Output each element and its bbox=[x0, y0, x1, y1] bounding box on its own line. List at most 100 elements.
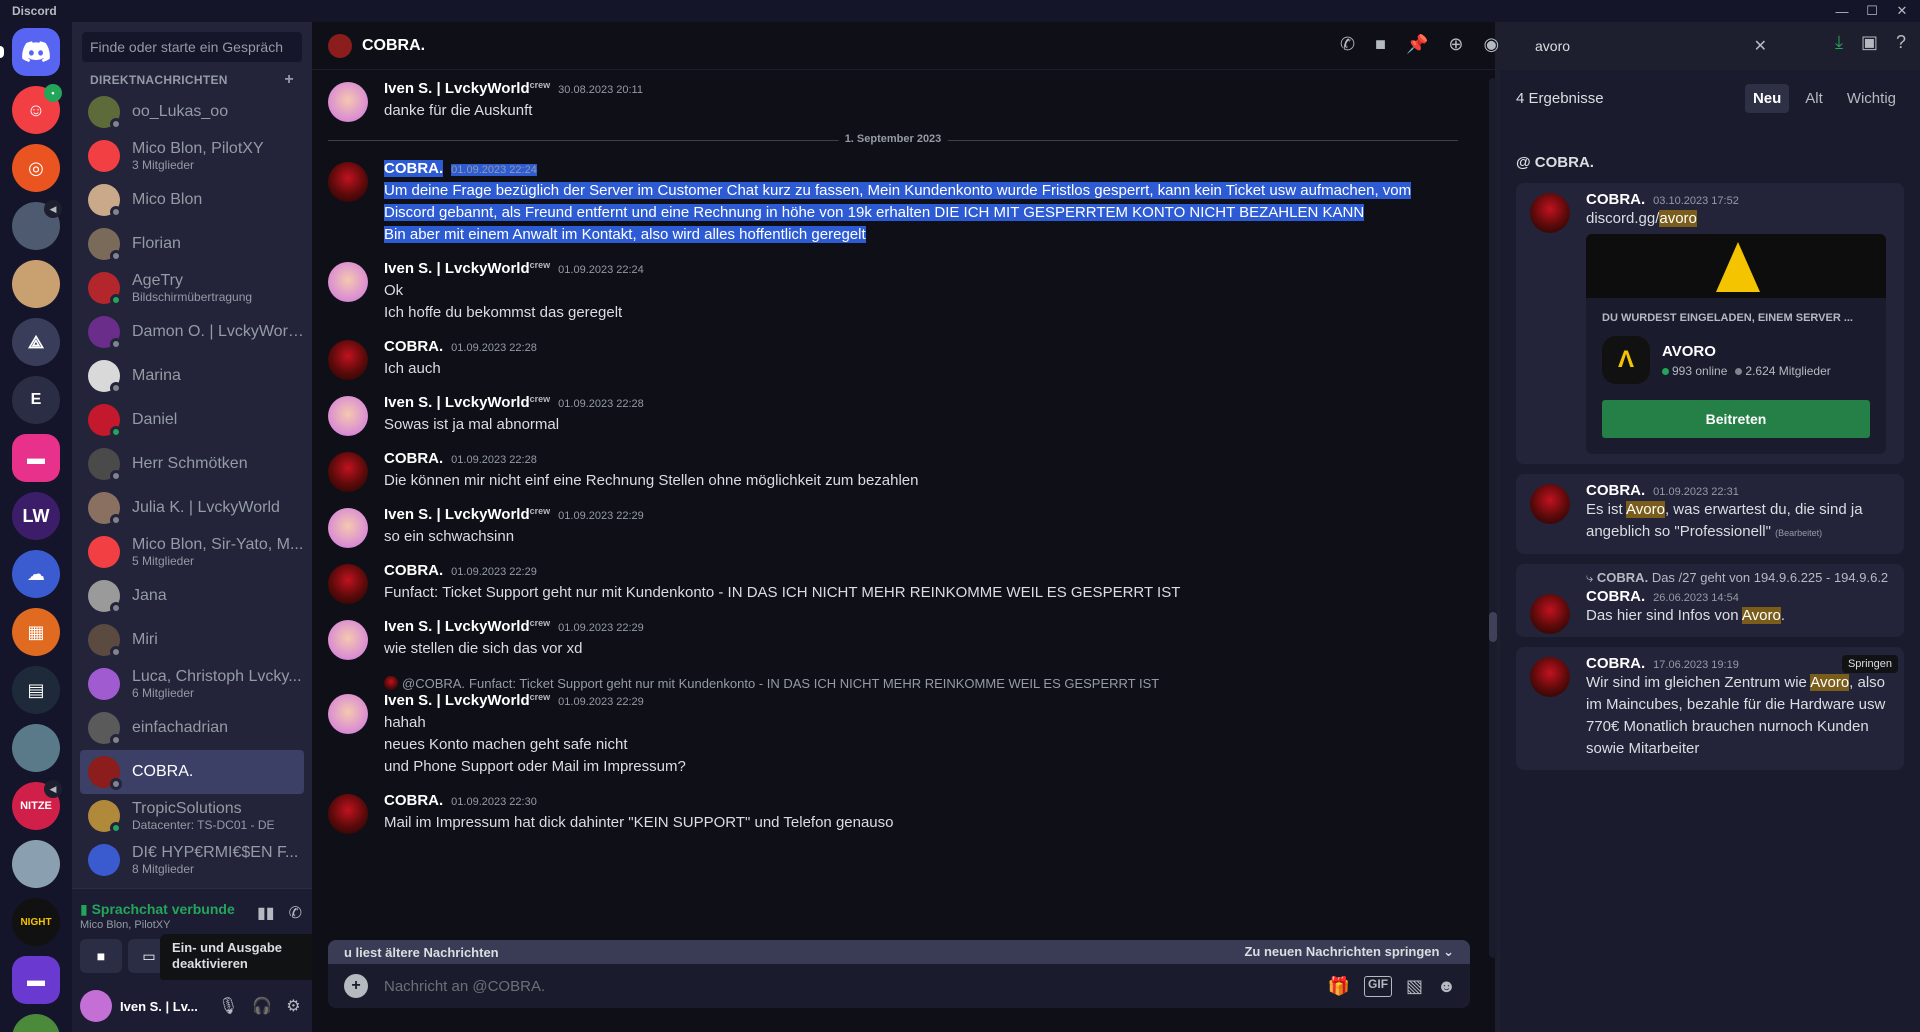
result-highlight[interactable]: Avoro bbox=[1626, 501, 1665, 518]
dm-item[interactable]: COBRA. bbox=[80, 750, 304, 794]
pin-icon[interactable]: 📌 bbox=[1406, 34, 1428, 55]
maximize-icon[interactable]: ☐ bbox=[1860, 1, 1884, 21]
download-icon[interactable]: ⤓ bbox=[1835, 32, 1843, 53]
server-icon-4[interactable]: ▦ bbox=[12, 608, 60, 656]
inbox-icon[interactable]: ▣ bbox=[1861, 32, 1878, 53]
message[interactable]: Iven S. | LvckyWorldcrew 01.09.2023 22:29… bbox=[328, 506, 1458, 548]
sort-tab-old[interactable]: Alt bbox=[1797, 84, 1831, 113]
message-avatar[interactable] bbox=[328, 340, 368, 380]
server-icon-folder-2[interactable]: ▬ bbox=[12, 956, 60, 1004]
dm-search-input[interactable]: Finde oder starte ein Gespräch bbox=[82, 32, 302, 62]
disconnect-icon[interactable]: ✆ bbox=[289, 903, 302, 923]
dm-item[interactable]: TropicSolutions Datacenter: TS-DC01 - DE bbox=[80, 794, 304, 838]
user-name[interactable]: Iven S. | Lv... bbox=[120, 999, 208, 1014]
message[interactable]: Iven S. | LvckyWorldcrew 01.09.2023 22:28… bbox=[328, 394, 1458, 436]
result-highlight[interactable]: Avoro bbox=[1810, 674, 1850, 691]
dm-item[interactable]: Herr Schmötken bbox=[80, 442, 304, 486]
message[interactable]: COBRA. 01.09.2023 22:29 Funfact: Ticket Su… bbox=[328, 562, 1458, 604]
join-server-button[interactable]: Beitreten bbox=[1602, 400, 1870, 438]
settings-gear-icon[interactable]: ⚙ bbox=[286, 996, 300, 1016]
message[interactable]: COBRA. 01.09.2023 22:24 Um deine Frage bez… bbox=[328, 160, 1458, 246]
server-icon-folder[interactable]: ▬ bbox=[12, 434, 60, 482]
message[interactable]: COBRA. 01.09.2023 22:30 Mail im Impressum … bbox=[328, 792, 1458, 834]
message-avatar[interactable] bbox=[328, 620, 368, 660]
message-avatar[interactable] bbox=[328, 396, 368, 436]
message-avatar[interactable] bbox=[328, 564, 368, 604]
add-friend-icon[interactable]: ⊕ bbox=[1448, 34, 1463, 55]
dm-item[interactable]: Luca, Christoph Lvcky... 6 Mitglieder bbox=[80, 662, 304, 706]
result-highlight[interactable]: Avoro bbox=[1741, 607, 1781, 624]
message[interactable]: COBRA. 01.09.2023 22:28 Ich auch bbox=[328, 338, 1458, 380]
message-author[interactable]: Iven S. | LvckyWorldcrew bbox=[384, 618, 550, 635]
message[interactable]: @COBRA. Funfact: Ticket Support geht nur … bbox=[328, 674, 1458, 778]
sort-tab-new[interactable]: Neu bbox=[1744, 83, 1790, 113]
server-icon-7[interactable] bbox=[12, 840, 60, 888]
user-avatar[interactable] bbox=[80, 990, 112, 1022]
help-icon[interactable]: ? bbox=[1896, 32, 1906, 53]
message-author[interactable]: COBRA. bbox=[384, 450, 443, 467]
message-avatar[interactable] bbox=[328, 162, 368, 202]
create-dm-icon[interactable]: + bbox=[284, 71, 294, 89]
message[interactable]: Iven S. | LvckyWorldcrew 01.09.2023 22:29… bbox=[328, 618, 1458, 660]
noise-suppression-icon[interactable]: ▮▮ bbox=[257, 903, 275, 923]
clear-search-icon[interactable]: ✕ bbox=[1754, 36, 1767, 56]
message-composer[interactable]: + Nachricht an @COBRA. 🎁 GIF ▧ ☻ bbox=[328, 964, 1470, 1008]
reply-preview[interactable]: @COBRA. Funfact: Ticket Support geht nur … bbox=[384, 674, 1458, 692]
jump-to-new-button[interactable]: Zu neuen Nachrichten springen ⌄ bbox=[1244, 944, 1454, 960]
server-icon-lw[interactable]: LW bbox=[12, 492, 60, 540]
sort-tab-relevant[interactable]: Wichtig bbox=[1839, 84, 1904, 113]
message-avatar[interactable] bbox=[328, 508, 368, 548]
close-window-icon[interactable]: ✕ bbox=[1890, 1, 1914, 21]
dm-item[interactable]: Mico Blon, PilotXY 3 Mitglieder bbox=[80, 134, 304, 178]
search-result[interactable]: ⤷ COBRA. Das /27 geht von 194.9.6.225 - … bbox=[1516, 564, 1904, 637]
gif-icon[interactable]: GIF bbox=[1364, 975, 1393, 997]
message-author[interactable]: Iven S. | LvckyWorldcrew bbox=[384, 260, 550, 277]
message-avatar[interactable] bbox=[328, 452, 368, 492]
dm-item[interactable]: Jana bbox=[80, 574, 304, 618]
server-icon-cloud[interactable]: ☁ bbox=[12, 550, 60, 598]
dm-item[interactable]: Mico Blon, Sir-Yato, M... 5 Mitglieder bbox=[80, 530, 304, 574]
attach-plus-icon[interactable]: + bbox=[344, 974, 368, 998]
message-author[interactable]: COBRA. bbox=[384, 792, 443, 809]
dm-item[interactable]: einfachadrian bbox=[80, 706, 304, 750]
result-highlight[interactable]: avoro bbox=[1659, 210, 1697, 227]
search-result[interactable]: Springen COBRA. 17.06.2023 19:19 Wir sind… bbox=[1516, 647, 1904, 770]
message[interactable]: COBRA. 01.09.2023 22:28 Die können mir nic… bbox=[328, 450, 1458, 492]
message-author[interactable]: COBRA. bbox=[384, 562, 443, 579]
dm-item[interactable]: Florian bbox=[80, 222, 304, 266]
composer-input[interactable]: Nachricht an @COBRA. bbox=[384, 978, 1328, 995]
chat-scrollbar-track[interactable] bbox=[1489, 78, 1497, 958]
server-icon-friends[interactable]: ☺ • bbox=[12, 84, 62, 134]
message-author[interactable]: Iven S. | LvckyWorldcrew bbox=[384, 506, 550, 523]
dm-item[interactable]: Julia K. | LvckyWorld bbox=[80, 486, 304, 530]
result-author[interactable]: COBRA. bbox=[1586, 655, 1645, 672]
message-avatar[interactable] bbox=[328, 82, 368, 122]
camera-button[interactable]: ■ bbox=[80, 939, 122, 973]
search-input[interactable]: avoro ✕ bbox=[1535, 34, 1767, 58]
sticker-icon[interactable]: ▧ bbox=[1406, 976, 1423, 997]
emoji-icon[interactable]: ☻ bbox=[1437, 976, 1456, 997]
message-author[interactable]: Iven S. | LvckyWorldcrew bbox=[384, 80, 550, 97]
dm-item[interactable]: Marina bbox=[80, 354, 304, 398]
server-icon-8[interactable] bbox=[12, 1014, 60, 1032]
older-messages-bar[interactable]: u liest ältere Nachrichten Zu neuen Nach… bbox=[328, 940, 1470, 964]
message[interactable]: Iven S. | LvckyWorldcrew 01.09.2023 22:24… bbox=[328, 260, 1458, 324]
server-icon-2[interactable] bbox=[12, 260, 60, 308]
home-button[interactable] bbox=[0, 28, 60, 76]
microphone-icon[interactable]: 🎙 bbox=[218, 996, 238, 1016]
message-author[interactable]: COBRA. bbox=[384, 338, 443, 355]
message-author[interactable]: COBRA. bbox=[384, 160, 444, 177]
dm-item[interactable]: Damon O. | LvckyWorl... bbox=[80, 310, 304, 354]
message-author[interactable]: Iven S. | LvckyWorldcrew bbox=[384, 394, 550, 411]
server-icon-6[interactable] bbox=[12, 724, 60, 772]
user-profile-icon[interactable]: ◉ bbox=[1483, 34, 1499, 55]
message-avatar[interactable] bbox=[328, 262, 368, 302]
message[interactable]: Iven S. | LvckyWorldcrew 30.08.2023 20:11… bbox=[328, 80, 1458, 122]
voice-call-icon[interactable]: ✆ bbox=[1340, 34, 1355, 55]
server-icon-1[interactable]: ◀ bbox=[12, 200, 62, 250]
message-avatar[interactable] bbox=[328, 794, 368, 834]
server-icon-ubuntu[interactable]: ◎ bbox=[12, 144, 60, 192]
search-result[interactable]: COBRA. 01.09.2023 22:31 Es ist Avoro, was… bbox=[1516, 474, 1904, 554]
search-result[interactable]: COBRA. 03.10.2023 17:52 discord.gg/avoro … bbox=[1516, 183, 1904, 464]
dm-item[interactable]: AgeTry Bildschirmübertragung bbox=[80, 266, 304, 310]
